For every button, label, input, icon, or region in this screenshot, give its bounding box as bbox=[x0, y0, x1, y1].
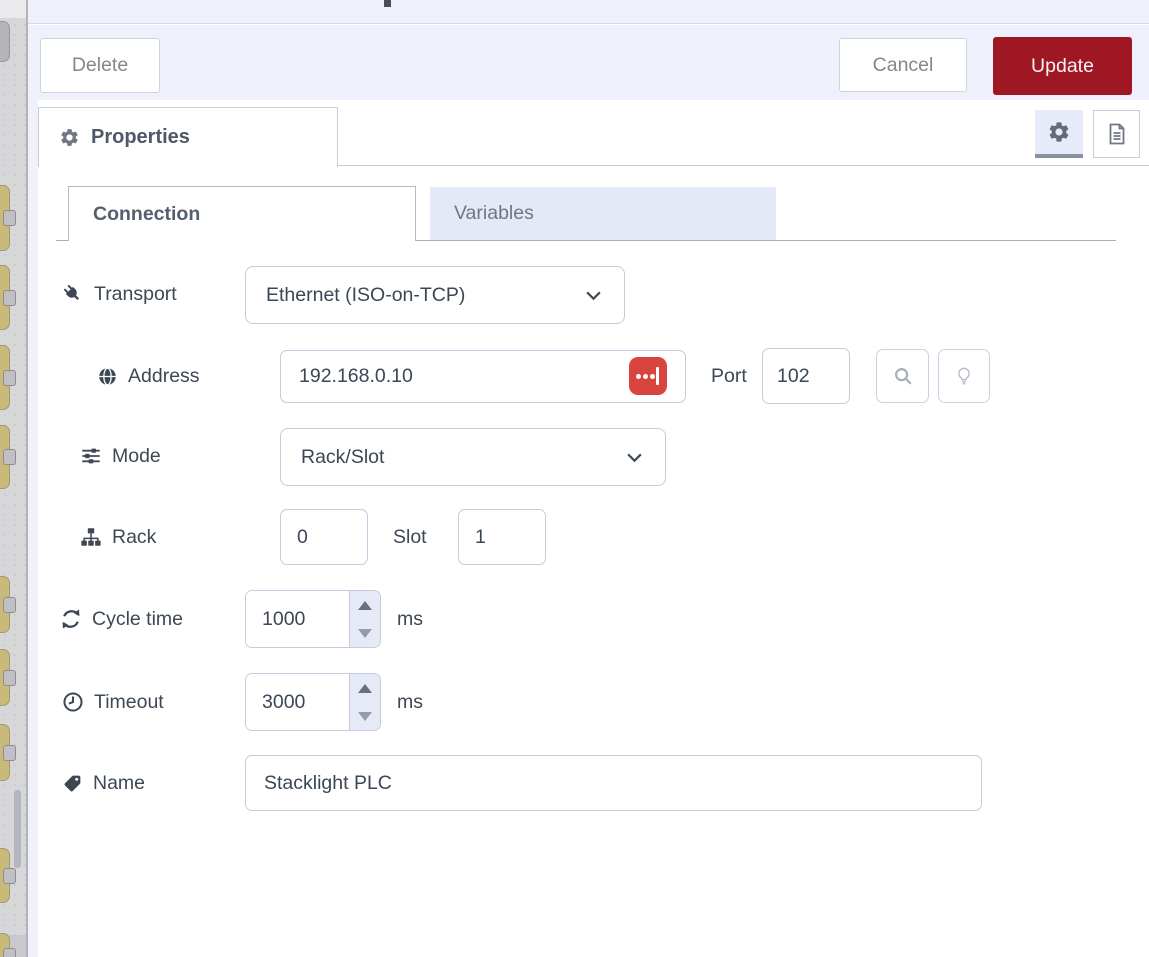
sitemap-icon bbox=[80, 526, 102, 548]
flow-node[interactable] bbox=[0, 185, 10, 251]
rack-label-text: Rack bbox=[112, 526, 156, 549]
node-port bbox=[3, 290, 16, 306]
lightbulb-icon bbox=[954, 365, 974, 387]
flow-node[interactable] bbox=[0, 345, 10, 410]
flow-node[interactable] bbox=[0, 21, 10, 62]
canvas-top-strip bbox=[0, 0, 28, 18]
tab-variables[interactable]: Variables bbox=[430, 187, 776, 240]
description-toggle-button[interactable] bbox=[1093, 110, 1140, 158]
mode-select-value: Rack/Slot bbox=[301, 446, 384, 469]
flow-node[interactable] bbox=[0, 265, 10, 330]
timeout-input[interactable] bbox=[246, 674, 349, 730]
clipped-dialog-title bbox=[384, 0, 391, 7]
edit-form: Connection Variables Transport Ethernet … bbox=[38, 166, 1149, 957]
timeout-decrement-button[interactable] bbox=[350, 702, 380, 730]
flow-node[interactable] bbox=[0, 425, 10, 489]
port-input[interactable] bbox=[762, 348, 850, 404]
document-icon bbox=[1105, 122, 1129, 146]
node-red-edit-dialog: Delete Cancel Update Properties Connecti… bbox=[0, 0, 1149, 957]
canvas-scrollbar-thumb[interactable] bbox=[14, 790, 21, 868]
name-label: Name bbox=[62, 768, 145, 798]
port-label: Port bbox=[711, 361, 747, 391]
chevron-down-icon bbox=[626, 452, 643, 463]
arrow-down-icon bbox=[358, 629, 372, 638]
node-port bbox=[3, 370, 16, 386]
transport-label: Transport bbox=[62, 279, 177, 309]
mode-label: Mode bbox=[80, 441, 161, 471]
panel-tab-row: Properties bbox=[38, 100, 1149, 166]
slot-input[interactable] bbox=[458, 509, 546, 565]
flow-node[interactable] bbox=[0, 576, 10, 633]
timeout-label-text: Timeout bbox=[94, 691, 164, 714]
node-port bbox=[3, 597, 16, 613]
arrow-up-icon bbox=[358, 684, 372, 693]
node-port bbox=[3, 745, 16, 761]
tag-icon bbox=[62, 773, 83, 794]
slot-label: Slot bbox=[393, 522, 427, 552]
password-manager-autofill-icon[interactable] bbox=[629, 357, 667, 395]
timeout-label: Timeout bbox=[62, 687, 164, 717]
sliders-icon bbox=[80, 445, 102, 467]
chevron-down-icon bbox=[585, 290, 602, 301]
tab-connection-label: Connection bbox=[93, 203, 200, 226]
mode-label-text: Mode bbox=[112, 445, 161, 468]
flow-node[interactable] bbox=[0, 848, 10, 903]
rack-input[interactable] bbox=[280, 509, 368, 565]
name-label-text: Name bbox=[93, 772, 145, 795]
cycle-time-label: Cycle time bbox=[60, 604, 183, 634]
search-button[interactable] bbox=[876, 349, 929, 403]
cycle-time-label-text: Cycle time bbox=[92, 608, 183, 631]
address-label-text: Address bbox=[128, 365, 200, 388]
timeout-spinner bbox=[245, 673, 381, 731]
address-label: Address bbox=[97, 361, 200, 391]
arrow-up-icon bbox=[358, 601, 372, 610]
update-button[interactable]: Update bbox=[993, 37, 1132, 95]
transport-select-value: Ethernet (ISO-on-TCP) bbox=[266, 284, 465, 307]
rack-label: Rack bbox=[80, 522, 156, 552]
address-input[interactable] bbox=[280, 350, 686, 403]
node-port bbox=[3, 670, 16, 686]
cycle-time-input[interactable] bbox=[246, 591, 349, 647]
flow-node[interactable] bbox=[0, 933, 10, 957]
tab-variables-label: Variables bbox=[454, 202, 534, 225]
flow-node[interactable] bbox=[0, 649, 10, 706]
plug-icon bbox=[62, 283, 84, 305]
properties-tab-label: Properties bbox=[91, 126, 190, 149]
dialog-toolbar: Delete Cancel Update bbox=[28, 25, 1149, 100]
hint-button[interactable] bbox=[938, 349, 990, 403]
gear-icon bbox=[59, 127, 80, 148]
cycle-time-spinner bbox=[245, 590, 381, 648]
cycle-time-unit: ms bbox=[397, 604, 423, 634]
transport-label-text: Transport bbox=[94, 283, 177, 306]
node-port bbox=[3, 868, 16, 884]
flow-node[interactable] bbox=[0, 724, 10, 781]
arrow-down-icon bbox=[358, 712, 372, 721]
magnifier-icon bbox=[892, 365, 914, 387]
name-input[interactable] bbox=[245, 755, 982, 811]
properties-tab[interactable]: Properties bbox=[38, 107, 338, 167]
dialog-header-strip bbox=[28, 0, 1149, 24]
mode-select[interactable]: Rack/Slot bbox=[280, 428, 666, 486]
tab-connection[interactable]: Connection bbox=[68, 186, 416, 241]
transport-select[interactable]: Ethernet (ISO-on-TCP) bbox=[245, 266, 625, 324]
clock-icon bbox=[62, 691, 84, 713]
timeout-unit: ms bbox=[397, 687, 423, 717]
node-port bbox=[3, 210, 16, 226]
refresh-icon bbox=[60, 608, 82, 630]
globe-icon bbox=[97, 366, 118, 387]
cycle-time-decrement-button[interactable] bbox=[350, 619, 380, 647]
properties-toggle-button[interactable] bbox=[1035, 110, 1083, 158]
node-port bbox=[3, 948, 16, 957]
cycle-time-increment-button[interactable] bbox=[350, 591, 380, 619]
node-port bbox=[3, 449, 16, 465]
tray-resize-handle[interactable] bbox=[28, 100, 38, 957]
flow-canvas-strip bbox=[0, 0, 28, 957]
cancel-button[interactable]: Cancel bbox=[839, 38, 967, 92]
timeout-increment-button[interactable] bbox=[350, 674, 380, 702]
gear-icon bbox=[1047, 120, 1071, 144]
delete-button[interactable]: Delete bbox=[40, 38, 160, 93]
